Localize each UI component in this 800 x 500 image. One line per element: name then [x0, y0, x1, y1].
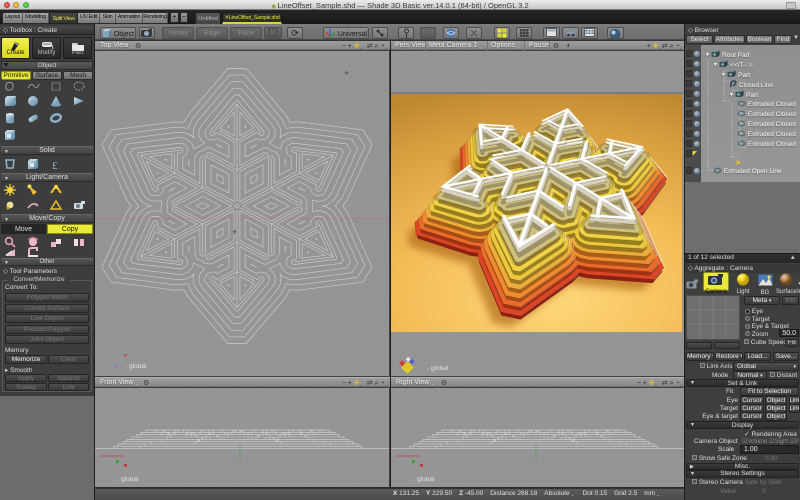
svg-text:£: £: [52, 160, 58, 171]
